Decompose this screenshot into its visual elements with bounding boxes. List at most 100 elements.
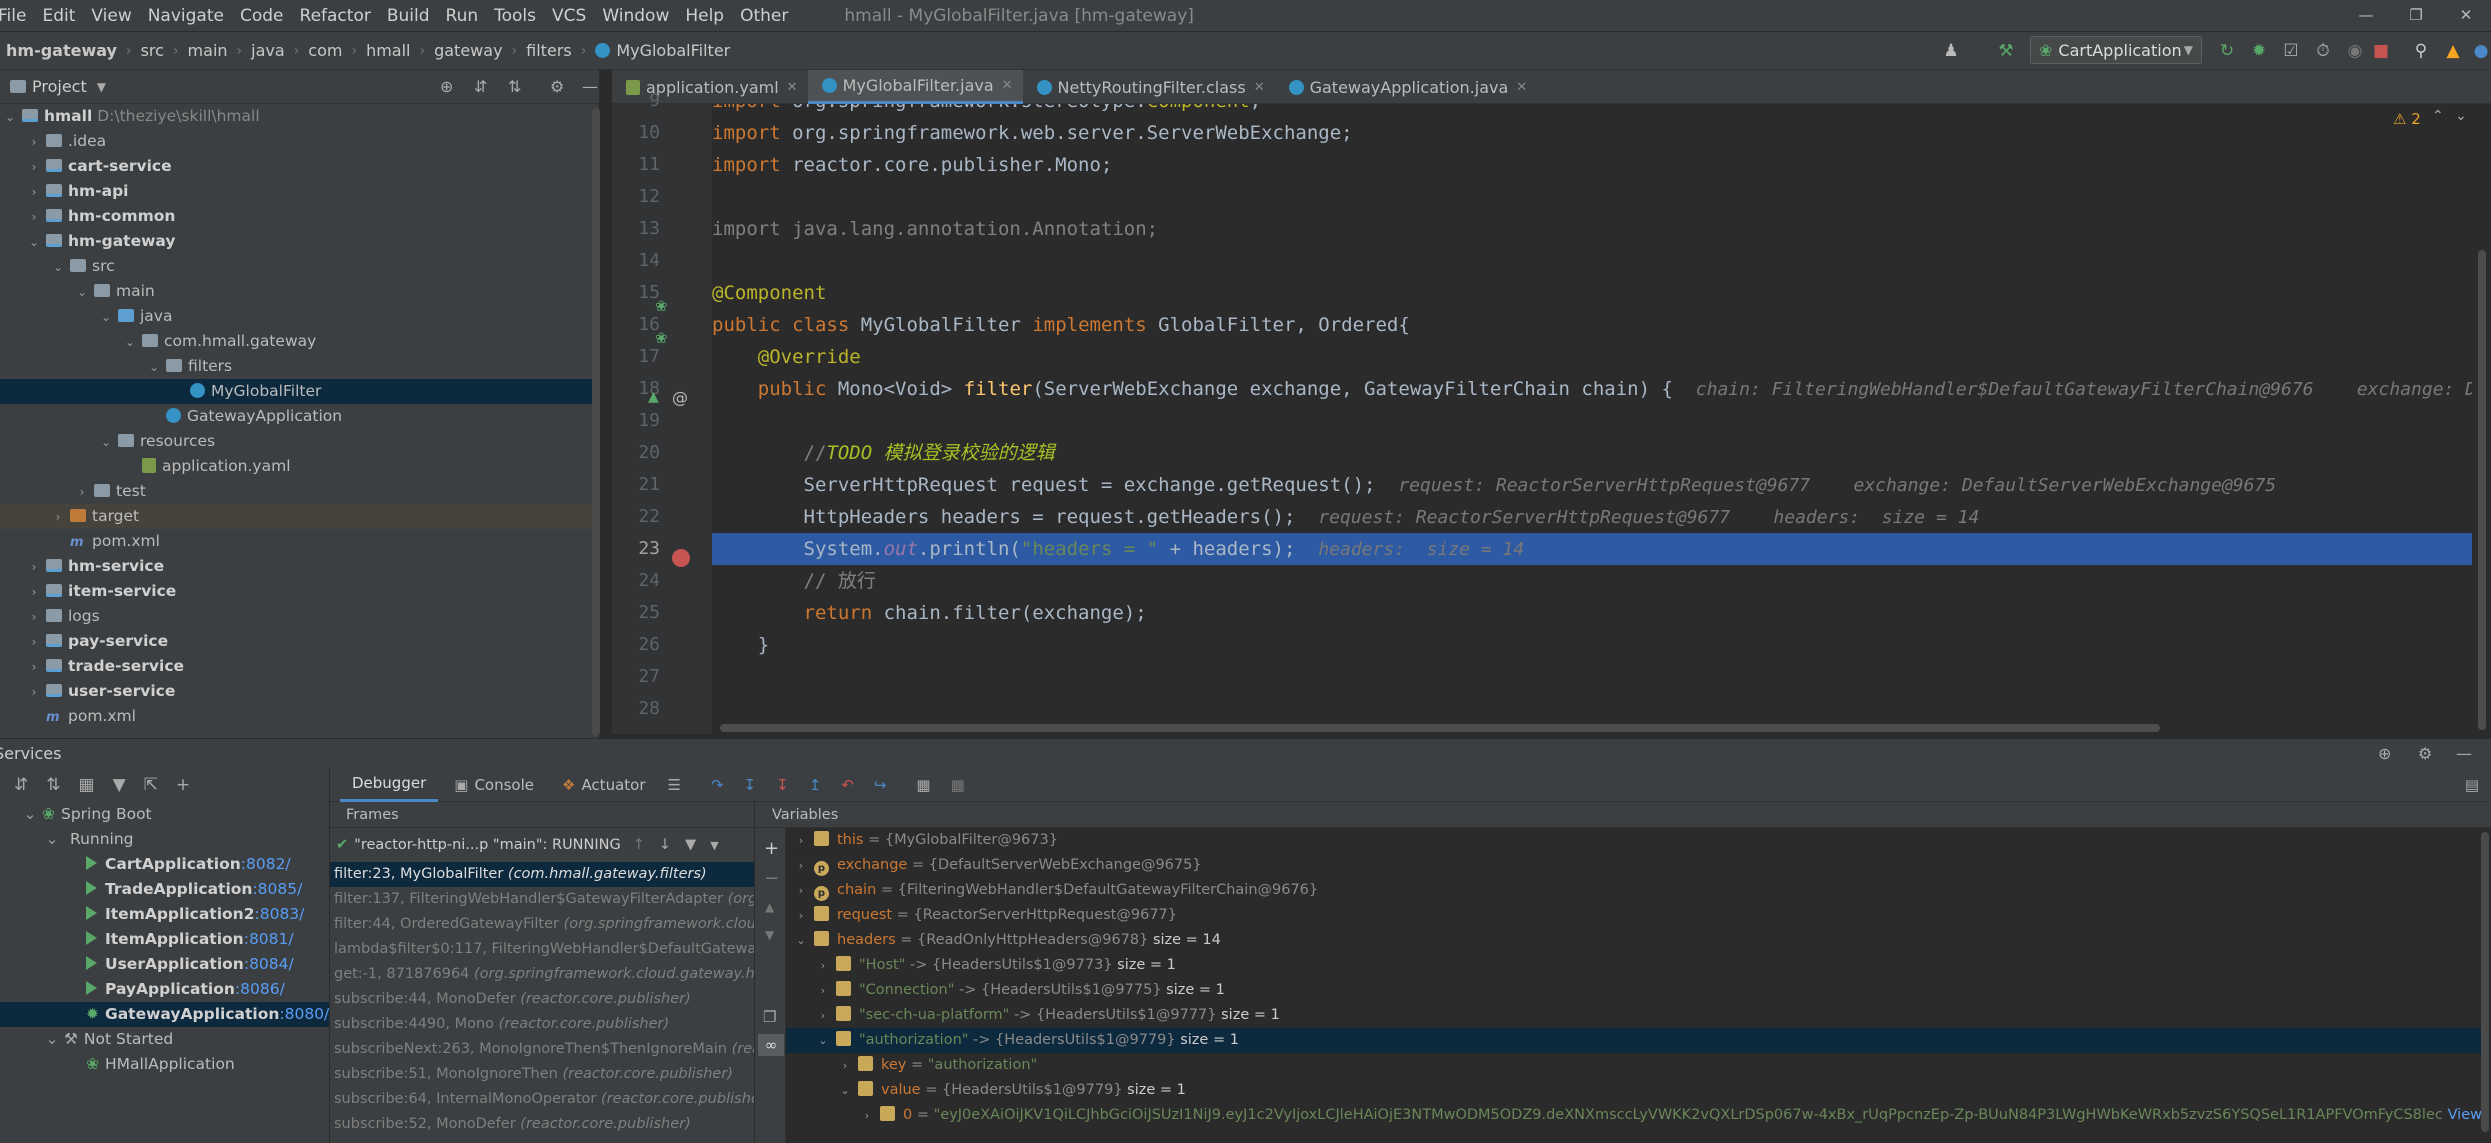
evaluate-icon[interactable]: ▦ [916, 776, 930, 794]
chevron-right-icon[interactable]: › [26, 630, 42, 655]
chevron-right-icon[interactable]: › [26, 605, 42, 630]
chevron-right-icon[interactable]: › [74, 480, 90, 505]
chevron-up-icon[interactable]: ⌃ [2432, 108, 2444, 124]
code-line[interactable] [712, 405, 2472, 437]
breakpoint-icon[interactable] [672, 549, 690, 567]
close-icon[interactable]: ✕ [787, 80, 798, 95]
layout-icon[interactable]: ▤ [2465, 776, 2479, 794]
stack-frame[interactable]: subscribe:4490, Mono (reactor.core.publi… [330, 1012, 754, 1037]
collapse-all-icon[interactable]: ⇅ [46, 775, 60, 795]
menu-item-vcs[interactable]: VCS [544, 6, 594, 26]
code-line[interactable] [712, 661, 2472, 693]
service-item[interactable]: ⌄ ⚒ Not Started [0, 1027, 329, 1052]
hide-icon[interactable]: — [582, 77, 598, 96]
service-item[interactable]: ✹ GatewayApplication:8080/ [0, 1002, 329, 1027]
stack-frame[interactable]: subscribe:51, MonoIgnoreThen (reactor.co… [330, 1062, 754, 1087]
service-item[interactable]: CartApplication:8082/ [0, 852, 329, 877]
breadcrumb-item[interactable]: MyGlobalFilter [616, 41, 730, 60]
chevron-down-icon[interactable]: ⌄ [98, 305, 114, 330]
project-tree-item[interactable]: ⌄ hm-gateway [0, 229, 599, 254]
stack-frame[interactable]: lambda$filter$0:117, FilteringWebHandler… [330, 937, 754, 962]
chevron-right-icon[interactable]: › [26, 155, 42, 180]
code-line[interactable]: @Override [712, 341, 2472, 373]
editor-tab[interactable]: NettyRoutingFilter.class ✕ [1023, 70, 1275, 104]
gear-icon[interactable]: ⚙ [2418, 744, 2432, 763]
chevron-down-icon[interactable]: ⌄ [2, 105, 18, 130]
menu-item-file[interactable]: File [0, 6, 34, 26]
build-hammer-icon[interactable]: ⚒ [1995, 40, 2017, 62]
close-icon[interactable]: ✕ [1516, 80, 1527, 95]
tab-debugger[interactable]: Debugger [340, 768, 439, 802]
chevron-down-icon[interactable]: ⌄ [792, 928, 810, 953]
chevron-right-icon[interactable]: › [814, 953, 832, 978]
variable-row[interactable]: › request = {ReactorServerHttpRequest@967… [786, 903, 2486, 928]
step-into-icon[interactable]: ↧ [744, 776, 757, 794]
code-line[interactable]: import reactor.core.publisher.Mono; [712, 149, 2472, 181]
project-tree-item[interactable]: application.yaml [0, 454, 599, 479]
update-icon[interactable]: ▲ [2442, 40, 2464, 62]
menu-item-help[interactable]: Help [677, 6, 732, 26]
chevron-right-icon[interactable]: › [792, 878, 810, 903]
chevron-right-icon[interactable]: › [814, 978, 832, 1003]
project-tree-item[interactable]: › hm-api [0, 179, 599, 204]
chevron-down-icon[interactable]: ⌄ [814, 1028, 832, 1053]
project-tree-item[interactable]: › .idea [0, 129, 599, 154]
project-tree-item[interactable]: MyGlobalFilter [0, 379, 599, 404]
expand-all-icon[interactable]: ⇵ [14, 775, 28, 795]
chevron-down-icon[interactable]: ⌄ [44, 827, 60, 852]
service-port-link[interactable]: :8084/ [244, 955, 294, 973]
close-icon[interactable]: ✕ [1002, 78, 1013, 93]
close-icon[interactable]: ✕ [2441, 0, 2491, 32]
code-line[interactable] [712, 693, 2472, 725]
project-tree-item[interactable]: › target [0, 504, 599, 529]
breadcrumb-item[interactable]: main [188, 41, 228, 60]
menu-item-view[interactable]: View [83, 6, 139, 26]
chevron-down-icon[interactable]: ⌄ [2455, 108, 2467, 124]
code-line[interactable]: HttpHeaders headers = request.getHeaders… [712, 501, 2472, 533]
variable-row[interactable]: › "sec-ch-ua-platform" -> {HeadersUtils$1… [786, 1003, 2486, 1028]
chevron-down-icon[interactable]: ⌄ [836, 1078, 854, 1103]
editor-vertical-scrollbar[interactable] [2478, 250, 2486, 730]
variable-row[interactable]: › key = "authorization" [786, 1053, 2486, 1078]
variable-row[interactable]: › "Connection" -> {HeadersUtils$1@9775} s… [786, 978, 2486, 1003]
variables-scrollbar[interactable] [2481, 832, 2489, 1132]
stack-frame[interactable]: subscribe:64, InternalMonoOperator (reac… [330, 1087, 754, 1112]
service-item[interactable]: PayApplication:8086/ [0, 977, 329, 1002]
close-icon[interactable]: ✕ [1254, 80, 1265, 95]
variable-row[interactable]: ⌄ "authorization" -> {HeadersUtils$1@9779… [786, 1028, 2486, 1053]
stack-frame[interactable]: filter:137, FilteringWebHandler$GatewayF… [330, 887, 754, 912]
project-scrollbar[interactable] [592, 108, 600, 736]
code-line[interactable]: public class MyGlobalFilter implements G… [712, 309, 2472, 341]
thread-selector[interactable]: ✔ "reactor-http-ni...p "main": RUNNING ↑… [330, 828, 754, 862]
service-item[interactable]: ItemApplication:8081/ [0, 927, 329, 952]
service-item[interactable]: ⌄ ❀ Spring Boot [0, 802, 329, 827]
project-tree-item[interactable]: › item-service [0, 579, 599, 604]
code-editor[interactable]: import org.springframework.stereotype.Co… [712, 104, 2472, 734]
service-port-link[interactable]: :8086/ [235, 980, 285, 998]
filter-icon[interactable]: ▼ [685, 837, 696, 853]
breadcrumb-item[interactable]: filters [526, 41, 572, 60]
chevron-down-icon[interactable]: ⌄ [26, 230, 42, 255]
project-tree-item[interactable]: › user-service [0, 679, 599, 704]
menu-item-refactor[interactable]: Refactor [292, 6, 379, 26]
chevron-right-icon[interactable]: › [858, 1103, 876, 1128]
trace-icon[interactable]: ▦ [951, 776, 965, 794]
project-tree-item[interactable]: ⌄ hmall D:\theziye\skill\hmall [0, 104, 599, 129]
project-tree-item[interactable]: › test [0, 479, 599, 504]
code-line[interactable]: import org.springframework.stereotype.Co… [712, 104, 2472, 117]
chevron-right-icon[interactable]: › [792, 828, 810, 853]
stack-frame[interactable]: subscribe:44, MonoDefer (reactor.core.pu… [330, 987, 754, 1012]
variable-row[interactable]: ⌄ headers = {ReadOnlyHttpHeaders@9678} si… [786, 928, 2486, 953]
profile-icon[interactable]: ⏱ [2312, 40, 2334, 62]
code-line[interactable] [712, 245, 2472, 277]
chevron-right-icon[interactable]: › [792, 853, 810, 878]
force-step-into-icon[interactable]: ↧ [776, 776, 789, 794]
tab-actuator[interactable]: ❖ Actuator [550, 768, 658, 802]
service-item[interactable]: ❀ HMallApplication [0, 1052, 329, 1077]
tab-console[interactable]: ▣ Console [442, 768, 546, 802]
variable-row[interactable]: › p chain = {FilteringWebHandler$DefaultGa… [786, 878, 2486, 903]
code-line[interactable]: } [712, 629, 2472, 661]
service-port-link[interactable]: :8085/ [252, 880, 302, 898]
menu-icon[interactable]: ☰ [668, 776, 681, 794]
chevron-right-icon[interactable]: › [50, 505, 66, 530]
